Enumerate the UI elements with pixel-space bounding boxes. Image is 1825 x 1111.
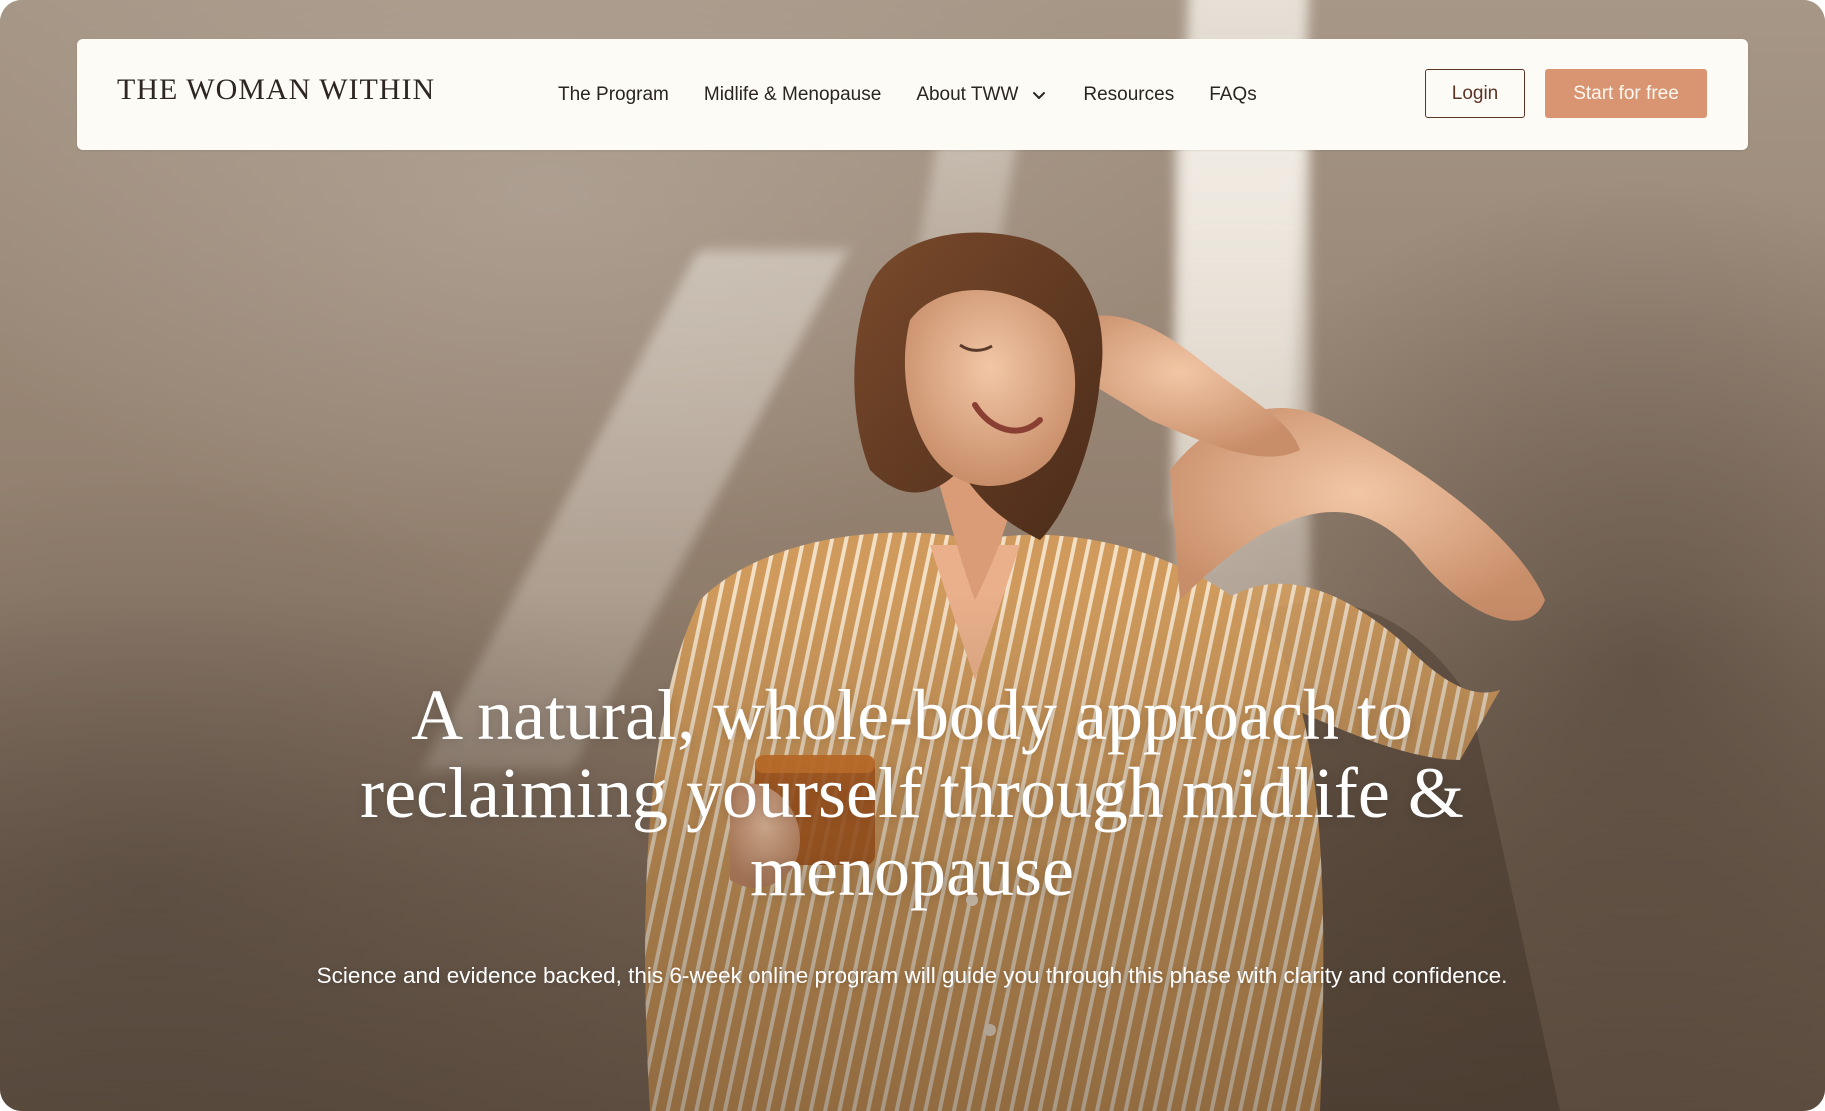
nav-link-label: Resources — [1083, 83, 1175, 105]
start-for-free-button[interactable]: Start for free — [1545, 69, 1707, 118]
nav-link-the-program[interactable]: The Program — [558, 84, 669, 106]
nav-link-label: FAQs — [1209, 83, 1257, 105]
nav-link-label: The Program — [558, 83, 669, 105]
nav-link-about-tww[interactable]: About TWW — [916, 84, 1048, 106]
nav-link-label: Midlife & Menopause — [703, 83, 882, 105]
nav-link-label: About TWW — [916, 83, 1019, 105]
chevron-down-icon — [1033, 91, 1046, 99]
page-frame: THE WOMAN WITHIN The Program Midlife & M… — [0, 0, 1825, 1111]
login-button[interactable]: Login — [1425, 69, 1525, 118]
nav-link-midlife-menopause[interactable]: Midlife & Menopause — [704, 84, 881, 106]
top-navigation-bar: THE WOMAN WITHIN The Program Midlife & M… — [77, 39, 1748, 150]
hero-subheading: Science and evidence backed, this 6-week… — [316, 962, 1508, 988]
hero-heading: A natural, whole-body approach to reclai… — [360, 675, 1464, 911]
nav-link-faqs[interactable]: FAQs — [1209, 84, 1257, 106]
nav-link-resources[interactable]: Resources — [1083, 84, 1174, 106]
brand-logo[interactable]: THE WOMAN WITHIN — [117, 73, 435, 107]
main-nav: The Program Midlife & Menopause About TW… — [558, 39, 1292, 150]
